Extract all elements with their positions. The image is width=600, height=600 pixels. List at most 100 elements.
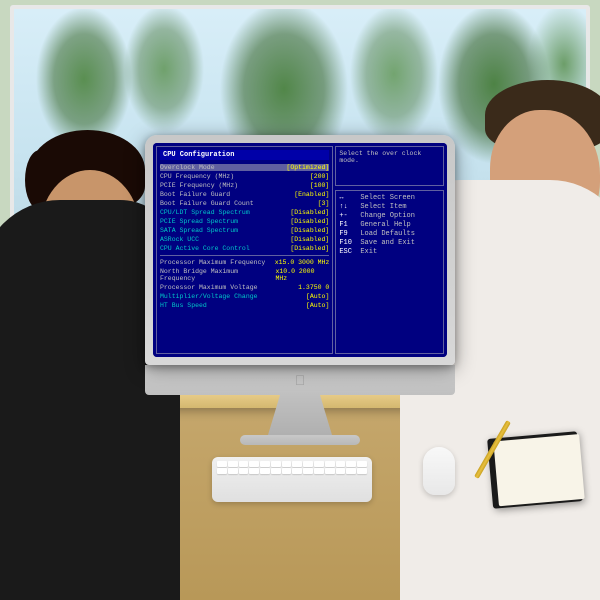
bios-row-overclock[interactable]: Overclock Mode [Optimized] xyxy=(160,164,329,171)
help-key-esc: ESC xyxy=(339,248,357,256)
key xyxy=(357,461,367,467)
key xyxy=(249,461,259,467)
bios-value-asrockucc: [Disabled] xyxy=(290,236,329,243)
scene: CPU Configuration Overclock Mode [Optimi… xyxy=(0,0,600,600)
key xyxy=(346,461,356,467)
bios-row-sataspread[interactable]: SATA Spread Spectrum [Disabled] xyxy=(160,227,329,234)
key xyxy=(357,468,367,474)
apple-logo-icon:  xyxy=(295,372,306,388)
help-key-f1: F1 xyxy=(339,221,357,229)
bios-help-select-item: ↑↓ Select Item xyxy=(339,203,440,211)
imac-screen-outer: CPU Configuration Overclock Mode [Optimi… xyxy=(145,135,455,365)
help-key-f9: F9 xyxy=(339,230,357,238)
bios-label-procmaxfreq: Processor Maximum Frequency xyxy=(160,259,265,266)
key xyxy=(314,461,324,467)
bios-right-panel: Select the over clock mode. ↔ Select Scr… xyxy=(335,146,444,354)
bios-value-procmaxfreq: x15.0 3000 MHz xyxy=(275,259,330,266)
key xyxy=(239,461,249,467)
help-key-f10: F10 xyxy=(339,239,357,247)
imac-base xyxy=(240,435,360,445)
bios-value-northbridge: x10.0 2000 MHz xyxy=(275,268,329,282)
bios-label-bootguard: Boot Failure Guard xyxy=(160,191,230,198)
key xyxy=(282,468,292,474)
bios-help-box: ↔ Select Screen ↑↓ Select Item +- Change… xyxy=(335,190,444,354)
key xyxy=(292,461,302,467)
bios-label-northbridge: North Bridge Maximum Frequency xyxy=(160,268,275,282)
bios-info-box: Select the over clock mode. xyxy=(335,146,444,186)
bios-row-asrockucc[interactable]: ASRock UCC [Disabled] xyxy=(160,236,329,243)
keyboard xyxy=(212,457,372,502)
bios-row-multivolt[interactable]: Multiplier/Voltage Change [Auto] xyxy=(160,293,329,300)
bios-value-pciefreq: [100] xyxy=(310,182,330,189)
key xyxy=(282,461,292,467)
bios-display: CPU Configuration Overclock Mode [Optimi… xyxy=(153,143,447,357)
help-desc-esc: Exit xyxy=(360,248,377,256)
bios-divider xyxy=(160,255,329,256)
help-desc-f1: General Help xyxy=(360,221,410,229)
bios-help-esc: ESC Exit xyxy=(339,248,440,256)
key xyxy=(336,468,346,474)
bios-value-voltage: 1.3750 0 xyxy=(298,284,329,291)
bios-help-f10: F10 Save and Exit xyxy=(339,239,440,247)
bios-label-sataspread: SATA Spread Spectrum xyxy=(160,227,238,234)
bios-help-f9: F9 Load Defaults xyxy=(339,230,440,238)
bios-row-voltage: Processor Maximum Voltage 1.3750 0 xyxy=(160,284,329,291)
help-desc-select-item: Select Item xyxy=(360,203,406,211)
key xyxy=(249,468,259,474)
bios-value-sataspread: [Disabled] xyxy=(290,227,329,234)
key xyxy=(217,461,227,467)
bios-row-procmaxfreq: Processor Maximum Frequency x15.0 3000 M… xyxy=(160,259,329,266)
bios-help-select-screen: ↔ Select Screen xyxy=(339,194,440,202)
mouse xyxy=(423,447,455,495)
bios-label-asrockucc: ASRock UCC xyxy=(160,236,199,243)
help-desc-f10: Save and Exit xyxy=(360,239,415,247)
bios-value-cpuspread: [Disabled] xyxy=(290,209,329,216)
bios-label-pciefreq: PCIE Frequency (MHz) xyxy=(160,182,238,189)
bios-row-corecontrol[interactable]: CPU Active Core Control [Disabled] xyxy=(160,245,329,252)
bios-value-htbus: [Auto] xyxy=(306,302,329,309)
imac: CPU Configuration Overclock Mode [Optimi… xyxy=(145,135,455,445)
bios-value-cpufreq: [200] xyxy=(310,173,330,180)
imac-screen[interactable]: CPU Configuration Overclock Mode [Optimi… xyxy=(153,143,447,357)
bios-label-cpufreq: CPU Frequency (MHz) xyxy=(160,173,234,180)
help-desc-select-screen: Select Screen xyxy=(360,194,415,202)
key xyxy=(325,461,335,467)
bios-title: CPU Configuration xyxy=(160,150,329,160)
bios-row-northbridge: North Bridge Maximum Frequency x10.0 200… xyxy=(160,268,329,282)
bios-row-cpuspread[interactable]: CPU/LDT Spread Spectrum [Disabled] xyxy=(160,209,329,216)
key xyxy=(314,468,324,474)
help-key-updown: ↑↓ xyxy=(339,203,357,211)
bios-label-multivolt: Multiplier/Voltage Change xyxy=(160,293,258,300)
key xyxy=(260,468,270,474)
key xyxy=(217,468,227,474)
key xyxy=(336,461,346,467)
bios-label-pciespread: PCIE Spread Spectrum xyxy=(160,218,238,225)
keyboard-keys xyxy=(212,457,372,478)
bios-row-cpufreq[interactable]: CPU Frequency (MHz) [200] xyxy=(160,173,329,180)
bios-label-voltage: Processor Maximum Voltage xyxy=(160,284,258,291)
bios-row-pciespread[interactable]: PCIE Spread Spectrum [Disabled] xyxy=(160,218,329,225)
key xyxy=(271,461,281,467)
bios-label-overclock: Overclock Mode xyxy=(160,164,215,171)
imac-stand xyxy=(260,395,340,435)
bios-value-corecontrol: [Disabled] xyxy=(290,245,329,252)
key xyxy=(292,468,302,474)
bios-value-multivolt: [Auto] xyxy=(306,293,329,300)
bios-help-title: Select the over clock mode. xyxy=(339,150,421,164)
bios-row-bootguardcount[interactable]: Boot Failure Guard Count [3] xyxy=(160,200,329,207)
bios-value-pciespread: [Disabled] xyxy=(290,218,329,225)
bios-row-htbus[interactable]: HT Bus Speed [Auto] xyxy=(160,302,329,309)
notebook xyxy=(487,431,583,509)
bios-value-overclock: [Optimized] xyxy=(286,164,329,171)
key xyxy=(303,461,313,467)
notebook-pages xyxy=(493,434,584,506)
key xyxy=(228,461,238,467)
bios-help-f1: F1 General Help xyxy=(339,221,440,229)
bios-row-pciefreq[interactable]: PCIE Frequency (MHz) [100] xyxy=(160,182,329,189)
bios-help-change: +- Change Option xyxy=(339,212,440,220)
imac-chin:  xyxy=(145,365,455,395)
key xyxy=(325,468,335,474)
bios-value-bootguardcount: [3] xyxy=(318,200,330,207)
key xyxy=(346,468,356,474)
bios-row-bootguard[interactable]: Boot Failure Guard [Enabled] xyxy=(160,191,329,198)
